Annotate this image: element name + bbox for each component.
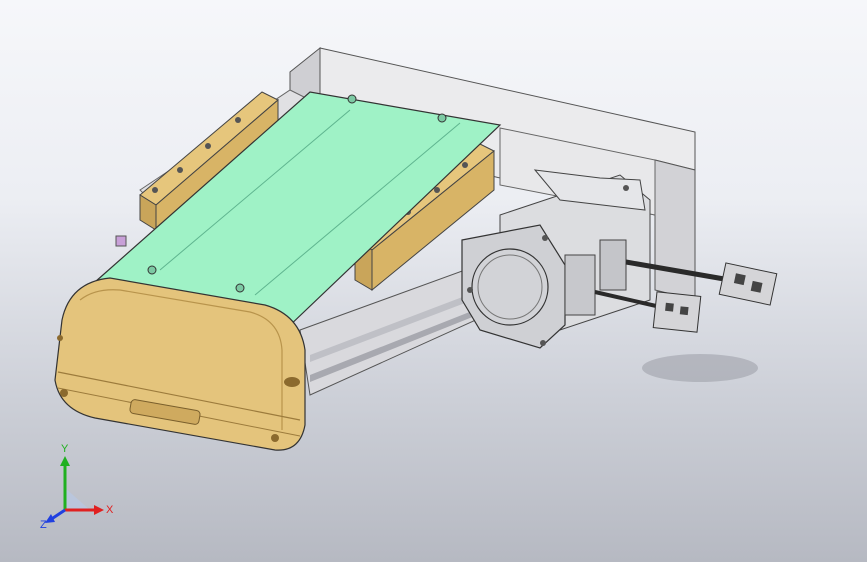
motor-connector-block <box>599 239 627 291</box>
coordinate-triad: Y X Z <box>40 443 114 530</box>
servo-motor[interactable] <box>461 169 651 349</box>
motor-face <box>471 248 549 326</box>
motor-shadow <box>642 354 758 382</box>
side-pin <box>115 235 127 247</box>
encoder-housing <box>564 254 596 316</box>
linear-actuator-model[interactable] <box>0 0 867 562</box>
cad-viewport[interactable]: Y X Z <box>0 0 867 562</box>
x-axis-label: X <box>106 504 114 516</box>
z-axis-label: Z <box>40 519 47 530</box>
y-axis-label: Y <box>61 443 69 455</box>
